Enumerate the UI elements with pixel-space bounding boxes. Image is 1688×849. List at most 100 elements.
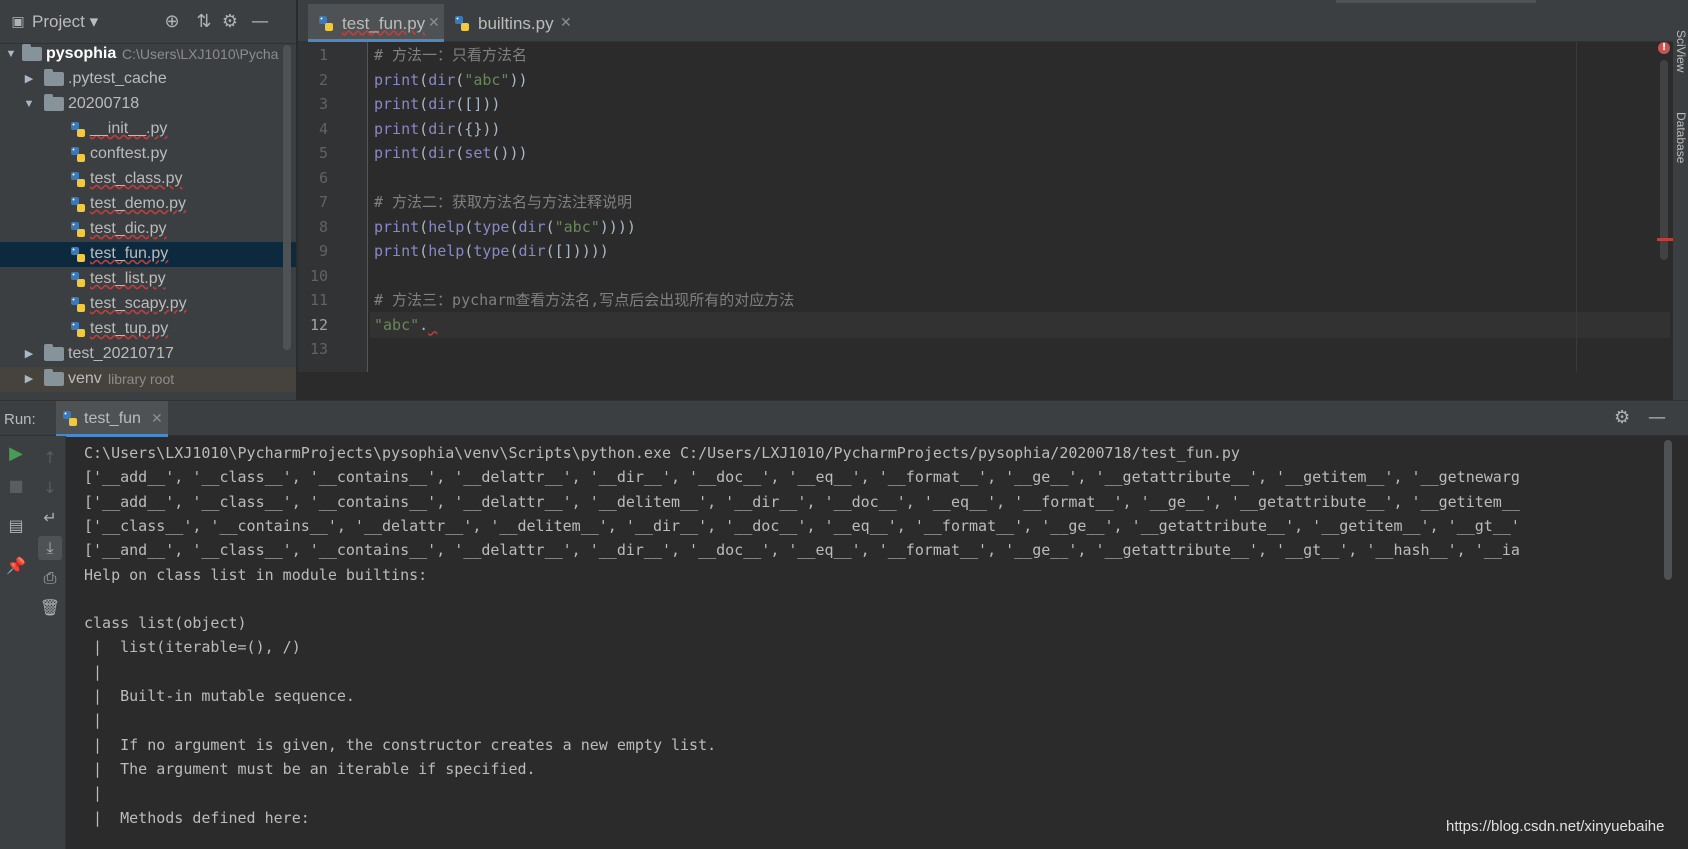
code-editor[interactable]: # 方法一：只看方法名 print(dir("abc")) print(dir([]… [370, 42, 1670, 372]
console-line: | If no argument is given, the construct… [84, 735, 717, 754]
watermark-text: https://blog.csdn.net/xinyuebaihe [1446, 818, 1665, 835]
python-file-icon [70, 221, 86, 238]
code-line[interactable]: print(dir([])) [374, 91, 500, 117]
expanded-arrow-icon[interactable]: ▼ [4, 46, 18, 63]
pin-tab-icon[interactable]: 📌 [4, 554, 28, 578]
project-tree-scrollbar[interactable] [283, 45, 291, 350]
folder-icon [22, 44, 42, 61]
trash-icon[interactable]: 🗑 [38, 596, 62, 620]
scroll-to-end-icon[interactable]: ⤓ [38, 536, 62, 560]
console-line: | list(iterable=(), /) [84, 638, 301, 657]
python-file-icon [70, 271, 86, 288]
line-number: 7 [318, 193, 328, 211]
python-file-icon [70, 146, 86, 163]
tree-item-label: test_fun.py [90, 245, 169, 262]
tree-item[interactable]: __init__.py [0, 117, 296, 142]
tree-item[interactable]: test_class.py [0, 167, 296, 192]
stop-icon[interactable]: ■ [4, 474, 28, 498]
tab-label: test_fun.py [342, 14, 426, 33]
tree-item[interactable]: test_tup.py [0, 317, 296, 342]
tree-item[interactable]: ▼ 20200718 [0, 92, 296, 117]
rerun-icon[interactable]: ▶ [4, 442, 28, 466]
collapsed-arrow-icon[interactable]: ▶ [22, 71, 36, 88]
tree-item-label: test_scapy.py [90, 295, 187, 312]
restore-layout-icon[interactable]: ▤ [4, 514, 28, 538]
code-line[interactable]: # 方法二：获取方法名与方法注释说明 [374, 189, 632, 215]
code-line[interactable]: print(dir({})) [374, 116, 500, 142]
tree-item[interactable]: test_demo.py [0, 192, 296, 217]
run-tab-test-fun[interactable]: test_fun ✕ [56, 401, 168, 437]
tree-item[interactable]: ▶ .pytest_cache [0, 67, 296, 92]
run-header: Run: test_fun ✕ ⚙ — [0, 400, 1688, 437]
tree-item-label: pysophia [46, 45, 117, 62]
close-tab-icon[interactable]: ✕ [560, 14, 572, 31]
line-number: 11 [309, 291, 328, 309]
run-panel: Run: test_fun ✕ ⚙ — ▶ ■ ▤ 📌 ↑ ↓ ↵ ⤓ ⎙ 🗑 … [0, 400, 1688, 849]
close-run-tab-icon[interactable]: ✕ [151, 410, 163, 427]
console-scrollbar[interactable] [1664, 440, 1672, 580]
editor-area: test_fun.py ✕ builtins.py ✕ 1 2 3 4 5 6 7 8 9 10 1… [298, 0, 1688, 372]
line-number: 12 [309, 315, 328, 334]
line-number: 2 [318, 70, 328, 89]
up-arrow-icon[interactable]: ↑ [38, 446, 62, 470]
down-arrow-icon[interactable]: ↓ [38, 476, 62, 500]
minimize-icon[interactable]: — [248, 10, 272, 34]
python-file-icon [70, 296, 86, 313]
tab-builtins[interactable]: builtins.py ✕ [444, 4, 576, 42]
folder-icon [44, 69, 64, 86]
console-line: | The argument must be an iterable if sp… [84, 759, 536, 778]
collapsed-arrow-icon[interactable]: ▶ [22, 371, 36, 388]
expanded-arrow-icon[interactable]: ▼ [22, 96, 36, 113]
code-line[interactable]: print(help(type(dir("abc")))) [374, 214, 636, 240]
tree-item-label: test_class.py [90, 170, 183, 187]
line-number: 10 [309, 266, 328, 285]
line-number: 5 [318, 144, 328, 162]
tab-test-fun[interactable]: test_fun.py ✕ [308, 4, 444, 42]
locate-icon[interactable]: ⊕ [160, 10, 184, 34]
console-line: ['__add__', '__class__', '__contains__',… [84, 492, 1520, 511]
error-indicator-icon[interactable]: ! [1658, 42, 1670, 54]
gear-icon[interactable]: ⚙ [218, 10, 242, 34]
error-stripe-marker[interactable] [1657, 238, 1673, 241]
editor-scrollbar[interactable] [1660, 60, 1668, 260]
tree-item-label: test_demo.py [90, 195, 187, 212]
console-output[interactable]: C:\Users\LXJ1010\PycharmProjects\pysophi… [84, 436, 1664, 849]
code-line[interactable]: print(help(type(dir([])))) [374, 238, 609, 264]
tree-item-label: conftest.py [90, 145, 168, 162]
tree-item[interactable]: test_dic.py [0, 217, 296, 242]
code-line[interactable]: print(dir("abc")) [374, 67, 528, 93]
soft-wrap-icon[interactable]: ↵ [38, 506, 62, 530]
run-toolbar: ▶ ■ ▤ 📌 ↑ ↓ ↵ ⤓ ⎙ 🗑 [0, 436, 66, 849]
right-tool-stripe: SciView Database [1673, 0, 1688, 400]
line-number-gutter: 1 2 3 4 5 6 7 8 9 10 11 12 13 [298, 42, 368, 372]
console-line: Help on class list in module builtins: [84, 565, 428, 584]
tree-item[interactable]: conftest.py [0, 142, 296, 167]
tree-item[interactable]: ▶ venv library root [0, 367, 296, 392]
python-file-icon [454, 15, 470, 32]
tree-item[interactable]: test_fun.py [0, 242, 296, 267]
sciview-tool-button[interactable]: SciView [1673, 30, 1688, 72]
tab-label: builtins.py [478, 14, 554, 33]
tree-item-label: venv [68, 370, 102, 387]
project-window-icon: ▣ [11, 14, 25, 30]
code-line[interactable]: # 方法一：只看方法名 [374, 42, 527, 68]
code-line[interactable]: # 方法三：pycharm查看方法名,写点后会出现所有的对应方法 [374, 287, 794, 313]
collapse-all-icon[interactable]: ⇅ [192, 10, 216, 34]
tree-item[interactable]: test_list.py [0, 267, 296, 292]
collapsed-arrow-icon[interactable]: ▶ [22, 346, 36, 363]
print-icon[interactable]: ⎙ [38, 566, 62, 590]
tree-item-label: test_tup.py [90, 320, 169, 337]
tree-item[interactable]: test_scapy.py [0, 292, 296, 317]
project-view-selector[interactable]: Project ▾ [32, 12, 98, 32]
code-line[interactable]: "abc". [370, 311, 1670, 338]
right-margin-guide [1576, 42, 1577, 372]
run-minimize-icon[interactable]: — [1648, 407, 1666, 428]
tree-item[interactable]: ▶ test_20210717 [0, 342, 296, 367]
run-settings-icon[interactable]: ⚙ [1614, 407, 1630, 428]
tree-item[interactable]: ▼ pysophia C:\Users\LXJ1010\Pycha [0, 42, 296, 67]
database-tool-button[interactable]: Database [1673, 112, 1688, 163]
close-tab-icon[interactable]: ✕ [428, 14, 440, 31]
code-line[interactable]: print(dir(set())) [374, 140, 528, 166]
line-number: 6 [318, 168, 328, 187]
line-number: 3 [318, 95, 328, 113]
